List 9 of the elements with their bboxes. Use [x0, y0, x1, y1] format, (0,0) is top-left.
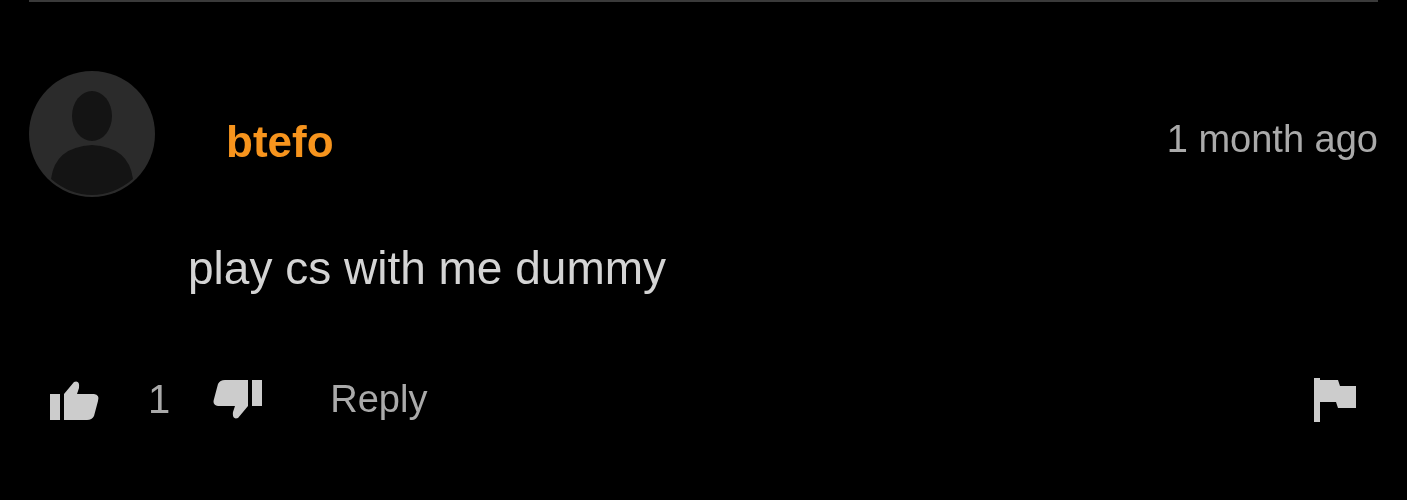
like-count: 1: [148, 377, 171, 422]
username[interactable]: btefo: [226, 117, 334, 167]
comment-time: 1 month ago: [1166, 117, 1378, 161]
reply-button[interactable]: Reply: [330, 378, 428, 421]
flag-icon[interactable]: [1314, 377, 1356, 422]
avatar-icon: [29, 71, 155, 197]
thumbs-down-icon[interactable]: [212, 379, 263, 420]
comment-text: play cs with me dummy: [188, 241, 667, 295]
thumbs-up-icon[interactable]: [50, 379, 100, 420]
